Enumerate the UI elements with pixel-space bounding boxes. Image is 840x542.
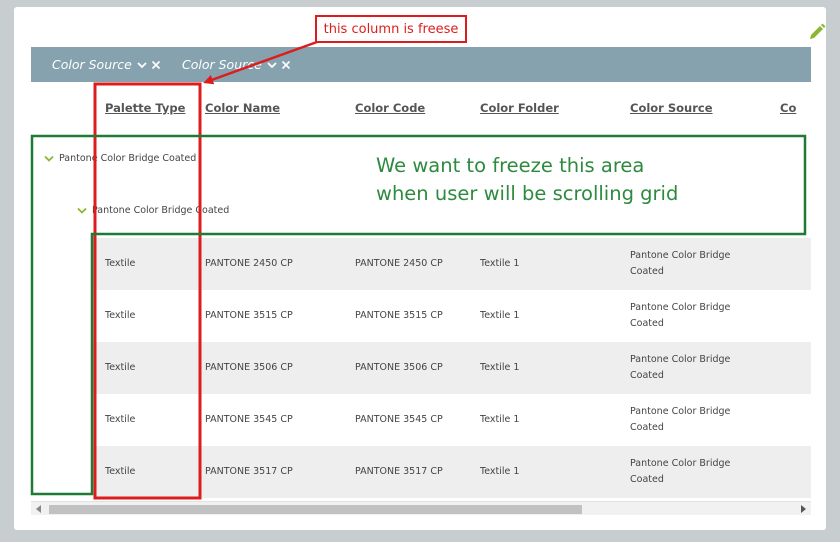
header-color-folder[interactable]: Color Folder [480,101,559,115]
group-label: Pantone Color Bridge Coated [92,205,230,216]
cell-color-name: PANTONE 3517 CP [205,466,293,477]
scrollbar-thumb[interactable] [49,505,582,514]
horizontal-scrollbar[interactable] [31,501,811,515]
table-row[interactable]: Textile PANTONE 2450 CP PANTONE 2450 CP … [93,238,811,290]
table-row[interactable]: Textile PANTONE 3517 CP PANTONE 3517 CP … [93,446,811,498]
cell-color-source-line2: Coated [630,422,664,433]
group-chip-color-source[interactable]: Color Source [182,47,291,82]
table-row[interactable]: Textile PANTONE 3515 CP PANTONE 3515 CP … [93,290,811,342]
cell-color-name: PANTONE 2450 CP [205,258,293,269]
table-row[interactable]: Textile PANTONE 3506 CP PANTONE 3506 CP … [93,342,811,394]
cell-color-source-line1: Pantone Color Bridge [630,458,731,469]
header-color-code[interactable]: Color Code [355,101,425,115]
cell-color-folder: Textile 1 [480,414,520,425]
table-row[interactable]: Textile PANTONE 3545 CP PANTONE 3545 CP … [93,394,811,446]
cell-color-source-line1: Pantone Color Bridge [630,302,731,313]
cell-color-code: PANTONE 3545 CP [355,414,443,425]
cell-color-source-line2: Coated [630,370,664,381]
cell-palette-type: Textile [105,362,136,373]
column-headers: Palette Type Color Name Color Code Color… [31,82,811,134]
header-truncated[interactable]: Co [780,101,796,115]
cell-color-source-line1: Pantone Color Bridge [630,250,731,261]
note-line-2: when user will be scrolling grid [376,182,679,205]
cell-color-source: Pantone Color Bridge Coated [630,456,730,488]
pencil-icon[interactable] [808,23,826,41]
cell-color-name: PANTONE 3515 CP [205,310,293,321]
scroll-right-arrow-icon[interactable] [801,505,806,513]
cell-color-name: PANTONE 3545 CP [205,414,293,425]
cell-color-code: PANTONE 3506 CP [355,362,443,373]
data-grid: Color Source Color Source Palette Type C… [31,47,811,515]
group-chip-label: Color Source [52,57,132,72]
cell-palette-type: Textile [105,258,136,269]
cell-color-source: Pantone Color Bridge Coated [630,404,730,436]
header-palette-type[interactable]: Palette Type [105,101,185,115]
cell-color-folder: Textile 1 [480,258,520,269]
cell-color-code: PANTONE 3515 CP [355,310,443,321]
cell-palette-type: Textile [105,310,136,321]
cell-color-source-line1: Pantone Color Bridge [630,406,731,417]
cell-color-source: Pantone Color Bridge Coated [630,300,730,332]
frozen-column-callout: this column is freese [315,15,467,43]
chevron-down-icon[interactable] [44,155,54,163]
cell-color-name: PANTONE 3506 CP [205,362,293,373]
note-line-1: We want to freeze this area [376,154,645,177]
cell-palette-type: Textile [105,414,136,425]
group-row-level-2[interactable]: Pantone Color Bridge Coated [77,205,229,216]
group-chip-color-source[interactable]: Color Source [52,47,161,82]
header-color-name[interactable]: Color Name [205,101,280,115]
cell-color-code: PANTONE 2450 CP [355,258,443,269]
cell-color-source-line2: Coated [630,318,664,329]
group-row-level-1[interactable]: Pantone Color Bridge Coated [44,153,196,164]
chevron-down-icon[interactable] [77,207,87,215]
cell-palette-type: Textile [105,466,136,477]
chevron-down-icon[interactable] [137,60,147,70]
cell-color-source-line2: Coated [630,474,664,485]
header-color-source[interactable]: Color Source [630,101,713,115]
cell-color-source: Pantone Color Bridge Coated [630,352,730,384]
cell-color-folder: Textile 1 [480,466,520,477]
cell-color-folder: Textile 1 [480,362,520,373]
cell-color-source-line2: Coated [630,266,664,277]
chevron-down-icon[interactable] [267,60,277,70]
close-icon[interactable] [281,60,291,70]
scroll-left-arrow-icon[interactable] [36,505,41,513]
group-label: Pantone Color Bridge Coated [59,153,197,164]
group-by-bar: Color Source Color Source [31,47,811,82]
group-chip-label: Color Source [182,57,262,72]
cell-color-source-line1: Pantone Color Bridge [630,354,731,365]
cell-color-folder: Textile 1 [480,310,520,321]
close-icon[interactable] [151,60,161,70]
cell-color-code: PANTONE 3517 CP [355,466,443,477]
freeze-area-note: We want to freeze this area when user wi… [376,152,678,208]
cell-color-source: Pantone Color Bridge Coated [630,248,730,280]
